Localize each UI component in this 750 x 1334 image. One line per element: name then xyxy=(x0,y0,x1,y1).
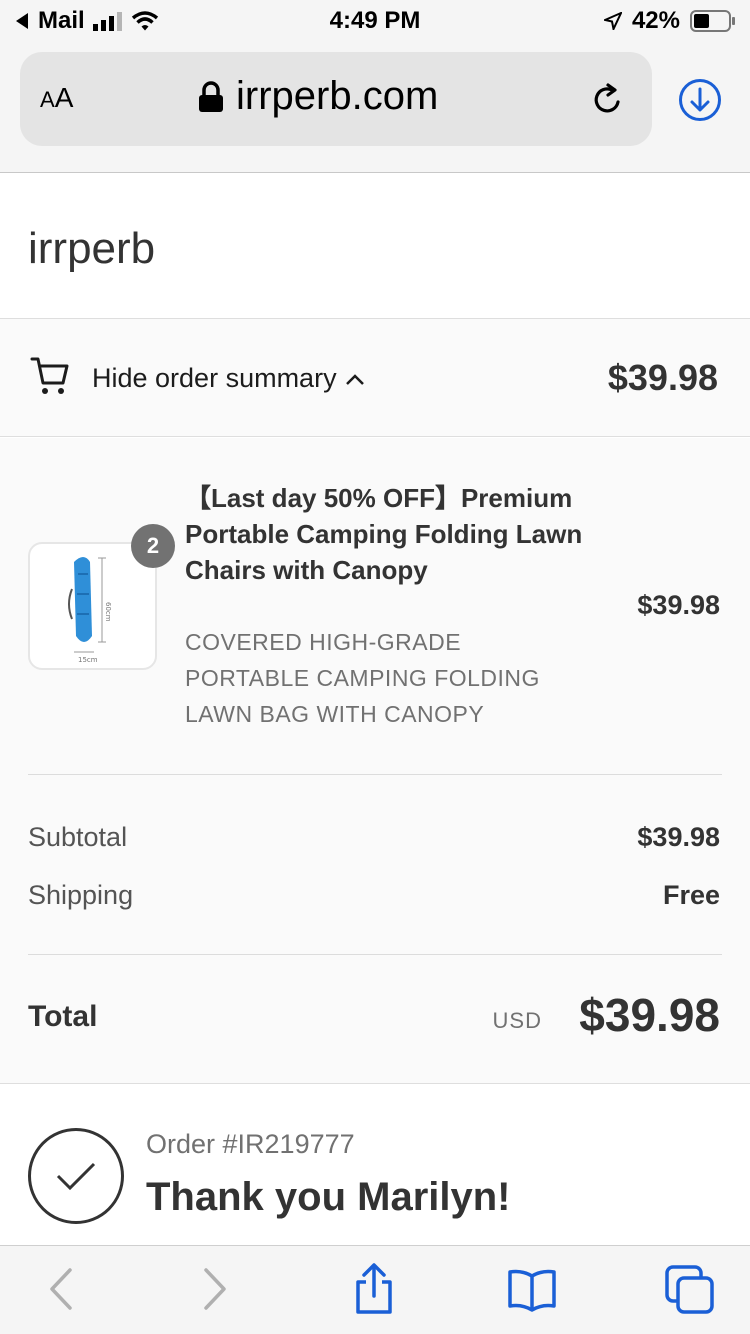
summary-toggle-total: $39.98 xyxy=(607,357,718,398)
cart-icon xyxy=(30,357,69,394)
divider xyxy=(28,774,722,775)
total-label: Total xyxy=(28,1000,98,1033)
location-arrow-icon xyxy=(603,12,622,30)
subtotal-label: Subtotal xyxy=(28,822,128,852)
width-dimension-label: 15cm xyxy=(78,656,98,664)
download-icon[interactable] xyxy=(678,78,722,122)
subtotal-value: $39.98 xyxy=(637,822,720,852)
share-icon[interactable] xyxy=(352,1262,396,1316)
order-number: Order #IR219777 xyxy=(146,1129,355,1159)
product-variant: COVERED HIGH-GRADE PORTABLE CAMPING FOLD… xyxy=(185,629,540,727)
back-icon[interactable] xyxy=(46,1266,76,1312)
thank-you-message: Thank you Marilyn! xyxy=(146,1175,511,1219)
checkmark-circle-icon xyxy=(28,1128,124,1224)
height-dimension-label: 60cm xyxy=(104,602,112,622)
product-image: 60cm 15cm xyxy=(68,557,112,664)
chevron-up-icon xyxy=(345,373,364,385)
toggle-text: Hide order summary xyxy=(92,363,337,393)
product-price: $39.98 xyxy=(637,590,720,620)
browser-bar: AA irrperb.com xyxy=(0,40,750,173)
order-summary-toggle[interactable]: Hide order summary $39.98 xyxy=(0,319,750,437)
product-title: 【Last day 50% OFF】Premium Portable Campi… xyxy=(185,483,583,585)
currency-code: USD xyxy=(492,1008,542,1033)
status-bar: Mail 4:49 PM 42% xyxy=(0,0,750,40)
tabs-icon[interactable] xyxy=(664,1264,716,1316)
shipping-value: Free xyxy=(662,880,720,910)
checkmark-icon xyxy=(56,1162,96,1191)
store-name[interactable]: irrperb xyxy=(28,224,155,274)
toggle-label: Hide order summary xyxy=(92,363,365,394)
quantity-badge: 2 xyxy=(131,524,175,568)
battery-percent: 42% xyxy=(631,7,680,34)
total-value: $39.98 xyxy=(579,989,720,1041)
order-summary: 60cm 15cm 2 【Last day 50% OFF】Premium Po… xyxy=(0,438,750,1084)
order-confirmation: Order #IR219777 Thank you Marilyn! xyxy=(0,1085,750,1245)
store-header: irrperb xyxy=(0,174,750,319)
url-display[interactable]: irrperb.com xyxy=(198,74,438,119)
domain-text: irrperb.com xyxy=(236,74,439,118)
forward-icon[interactable] xyxy=(200,1266,230,1312)
shipping-label: Shipping xyxy=(28,880,134,910)
bookmarks-icon[interactable] xyxy=(506,1268,558,1312)
lock-icon xyxy=(199,80,223,112)
address-bar[interactable]: AA irrperb.com xyxy=(20,52,652,146)
status-right: 42% xyxy=(603,7,736,35)
divider xyxy=(28,954,722,955)
browser-toolbar xyxy=(0,1245,750,1334)
reload-icon[interactable] xyxy=(590,82,626,118)
battery-icon xyxy=(690,10,735,32)
text-size-button[interactable]: AA xyxy=(40,82,73,114)
